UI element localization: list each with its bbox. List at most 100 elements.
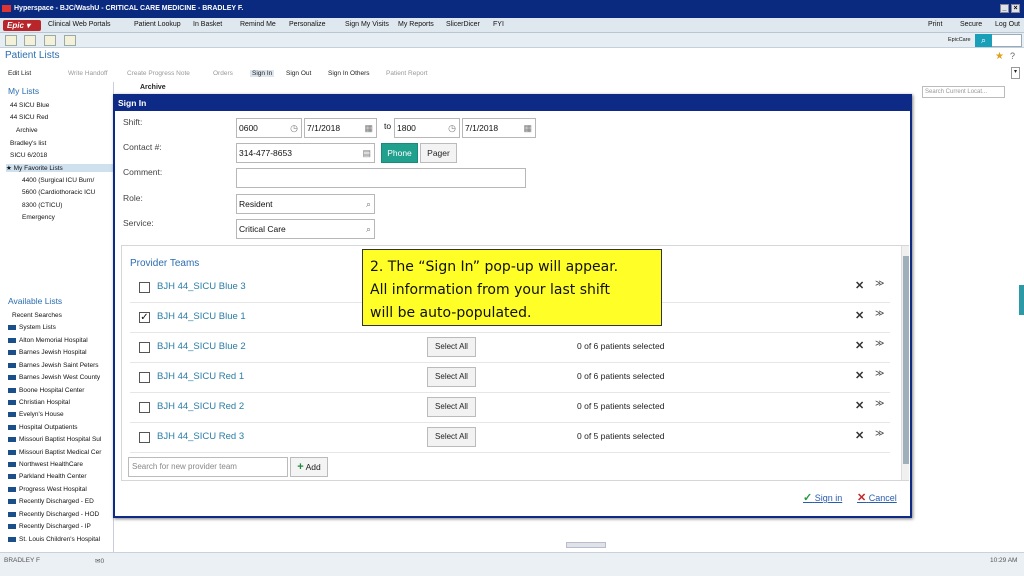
- my-list-item[interactable]: Bradley's list: [10, 140, 46, 147]
- team-checkbox[interactable]: [139, 282, 150, 293]
- toolbar-remind-me[interactable]: Remind Me: [240, 21, 276, 28]
- shift-start-date-field[interactable]: 7/1/2018 ▦: [304, 118, 377, 138]
- toolbar-sign-my-visits[interactable]: Sign My Visits: [345, 21, 389, 28]
- my-list-item[interactable]: 4400 (Surgical ICU Burn/: [22, 177, 94, 184]
- available-list-item[interactable]: Barnes Jewish Saint Peters: [8, 362, 98, 369]
- edit-list-button[interactable]: Edit List: [8, 70, 31, 77]
- shift-end-time-field[interactable]: 1800 ◷: [394, 118, 460, 138]
- team-checkbox[interactable]: [139, 432, 150, 443]
- remove-team-icon[interactable]: ✕: [855, 339, 864, 352]
- remove-team-icon[interactable]: ✕: [855, 279, 864, 292]
- my-list-item[interactable]: 44 SICU Red: [10, 114, 48, 121]
- toolbar-patient-lookup[interactable]: Patient Lookup: [134, 21, 181, 28]
- available-list-item[interactable]: Christian Hospital: [8, 399, 70, 406]
- toolbar-print[interactable]: Print: [928, 21, 942, 28]
- expand-team-icon[interactable]: ≫: [875, 368, 884, 379]
- team-checkbox[interactable]: [139, 372, 150, 383]
- toolbar-slicerdicer[interactable]: SlicerDicer: [446, 21, 480, 28]
- patient-list-icon[interactable]: [24, 35, 36, 46]
- available-list-item[interactable]: Barnes Jewish Hospital: [8, 349, 87, 356]
- orders-button[interactable]: Orders: [213, 70, 233, 77]
- search-icon[interactable]: ⌕: [975, 34, 992, 47]
- available-list-item[interactable]: Recently Discharged - ED: [8, 498, 94, 505]
- expand-team-icon[interactable]: ≫: [875, 338, 884, 349]
- clock-icon[interactable]: ◷: [290, 122, 298, 134]
- available-list-item[interactable]: Alton Memorial Hospital: [8, 337, 88, 344]
- available-list-item[interactable]: Barnes Jewish West County: [8, 374, 100, 381]
- status-message-icon[interactable]: ✉0: [95, 557, 104, 565]
- my-list-item[interactable]: 8300 (CTICU): [22, 202, 62, 209]
- cancel-button[interactable]: ✕ Cancel: [857, 491, 897, 504]
- epic-menu-button[interactable]: Epic ▾: [3, 20, 41, 31]
- provider-team-search-input[interactable]: Search for new provider team: [128, 457, 288, 477]
- toolbar-in-basket[interactable]: In Basket: [193, 21, 222, 28]
- team-checkbox-checked[interactable]: ✓: [139, 312, 150, 323]
- service-field[interactable]: Critical Care ⌕: [236, 219, 375, 239]
- team-checkbox[interactable]: [139, 402, 150, 413]
- toolbar-logout[interactable]: Log Out: [995, 21, 1020, 28]
- schedule-icon[interactable]: [44, 35, 56, 46]
- team-checkbox[interactable]: [139, 342, 150, 353]
- available-list-item[interactable]: Recently Discharged - HOD: [8, 511, 99, 518]
- available-list-item[interactable]: Recently Discharged - IP: [8, 523, 91, 530]
- help-icon[interactable]: ?: [1010, 51, 1015, 61]
- select-all-button[interactable]: Select All: [427, 337, 476, 357]
- sign-in-button[interactable]: ✓ Sign in: [803, 491, 842, 504]
- calendar-icon[interactable]: ▦: [523, 122, 532, 134]
- available-list-item[interactable]: Progress West Hospital: [8, 486, 87, 493]
- side-panel-handle[interactable]: [1019, 285, 1024, 315]
- my-list-item[interactable]: SICU 6/2018: [10, 152, 47, 159]
- close-icon[interactable]: ×: [1011, 4, 1020, 13]
- expand-team-icon[interactable]: ≫: [875, 278, 884, 289]
- toolbar-fyi[interactable]: FYI: [493, 21, 504, 28]
- search-icon[interactable]: ⌕: [366, 223, 371, 235]
- remove-team-icon[interactable]: ✕: [855, 369, 864, 382]
- contact-number-field[interactable]: 314-477-8653 ▤: [236, 143, 375, 163]
- phone-toggle-button[interactable]: Phone: [381, 143, 418, 163]
- select-all-button[interactable]: Select All: [427, 397, 476, 417]
- toolbar-my-reports[interactable]: My Reports: [398, 21, 434, 28]
- select-all-button[interactable]: Select All: [427, 427, 476, 447]
- phonebook-icon[interactable]: ▤: [362, 147, 371, 159]
- expand-team-icon[interactable]: ≫: [875, 398, 884, 409]
- my-list-item[interactable]: Archive: [16, 127, 38, 134]
- resize-handle[interactable]: [566, 542, 606, 548]
- available-list-item[interactable]: Parkland Health Center: [8, 473, 87, 480]
- expand-team-icon[interactable]: ≫: [875, 308, 884, 319]
- toolbar-clinical-web-portals[interactable]: Clinical Web Portals: [48, 21, 111, 28]
- pager-toggle-button[interactable]: Pager: [420, 143, 457, 163]
- my-favorite-lists[interactable]: ★ My Favorite Lists: [6, 164, 113, 172]
- my-list-item[interactable]: Emergency: [22, 214, 55, 221]
- add-team-button[interactable]: + Add: [290, 457, 328, 477]
- toolbar-secure[interactable]: Secure: [960, 21, 982, 28]
- available-list-item[interactable]: Missouri Baptist Hospital Sul: [8, 436, 101, 443]
- write-handoff-button[interactable]: Write Handoff: [68, 70, 108, 77]
- available-list-item[interactable]: St. Louis Children's Hospital: [8, 536, 100, 543]
- shift-start-time-field[interactable]: 0600 ◷: [236, 118, 302, 138]
- remove-team-icon[interactable]: ✕: [855, 399, 864, 412]
- scrollbar-thumb[interactable]: [903, 256, 909, 464]
- my-list-item[interactable]: 5600 (Cardiothoracic ICU: [22, 189, 95, 196]
- star-icon[interactable]: ★: [995, 51, 1004, 62]
- sign-in-others-button[interactable]: Sign In Others: [328, 70, 370, 77]
- available-list-item[interactable]: System Lists: [8, 324, 56, 331]
- remove-team-icon[interactable]: ✕: [855, 429, 864, 442]
- patient-report-button[interactable]: Patient Report: [386, 70, 428, 77]
- available-list-item[interactable]: Recent Searches: [12, 312, 62, 319]
- available-list-item[interactable]: Evelyn's House: [8, 411, 64, 418]
- inbox-icon[interactable]: [64, 35, 76, 46]
- clock-icon[interactable]: ◷: [448, 122, 456, 134]
- available-list-item[interactable]: Boone Hospital Center: [8, 387, 84, 394]
- create-progress-note-button[interactable]: Create Progress Note: [127, 70, 190, 77]
- role-field[interactable]: Resident ⌕: [236, 194, 375, 214]
- available-list-item[interactable]: Missouri Baptist Medical Cer: [8, 449, 101, 456]
- available-list-item[interactable]: Hospital Outpatients: [8, 424, 78, 431]
- comment-field[interactable]: [236, 168, 526, 188]
- select-all-button[interactable]: Select All: [427, 367, 476, 387]
- minimize-icon[interactable]: _: [1000, 4, 1009, 13]
- shift-end-date-field[interactable]: 7/1/2018 ▦: [462, 118, 536, 138]
- remove-team-icon[interactable]: ✕: [855, 309, 864, 322]
- available-list-item[interactable]: Northwest HealthCare: [8, 461, 83, 468]
- sign-in-toolbar-button[interactable]: Sign In: [250, 70, 275, 77]
- toolbar-personalize[interactable]: Personalize: [289, 21, 326, 28]
